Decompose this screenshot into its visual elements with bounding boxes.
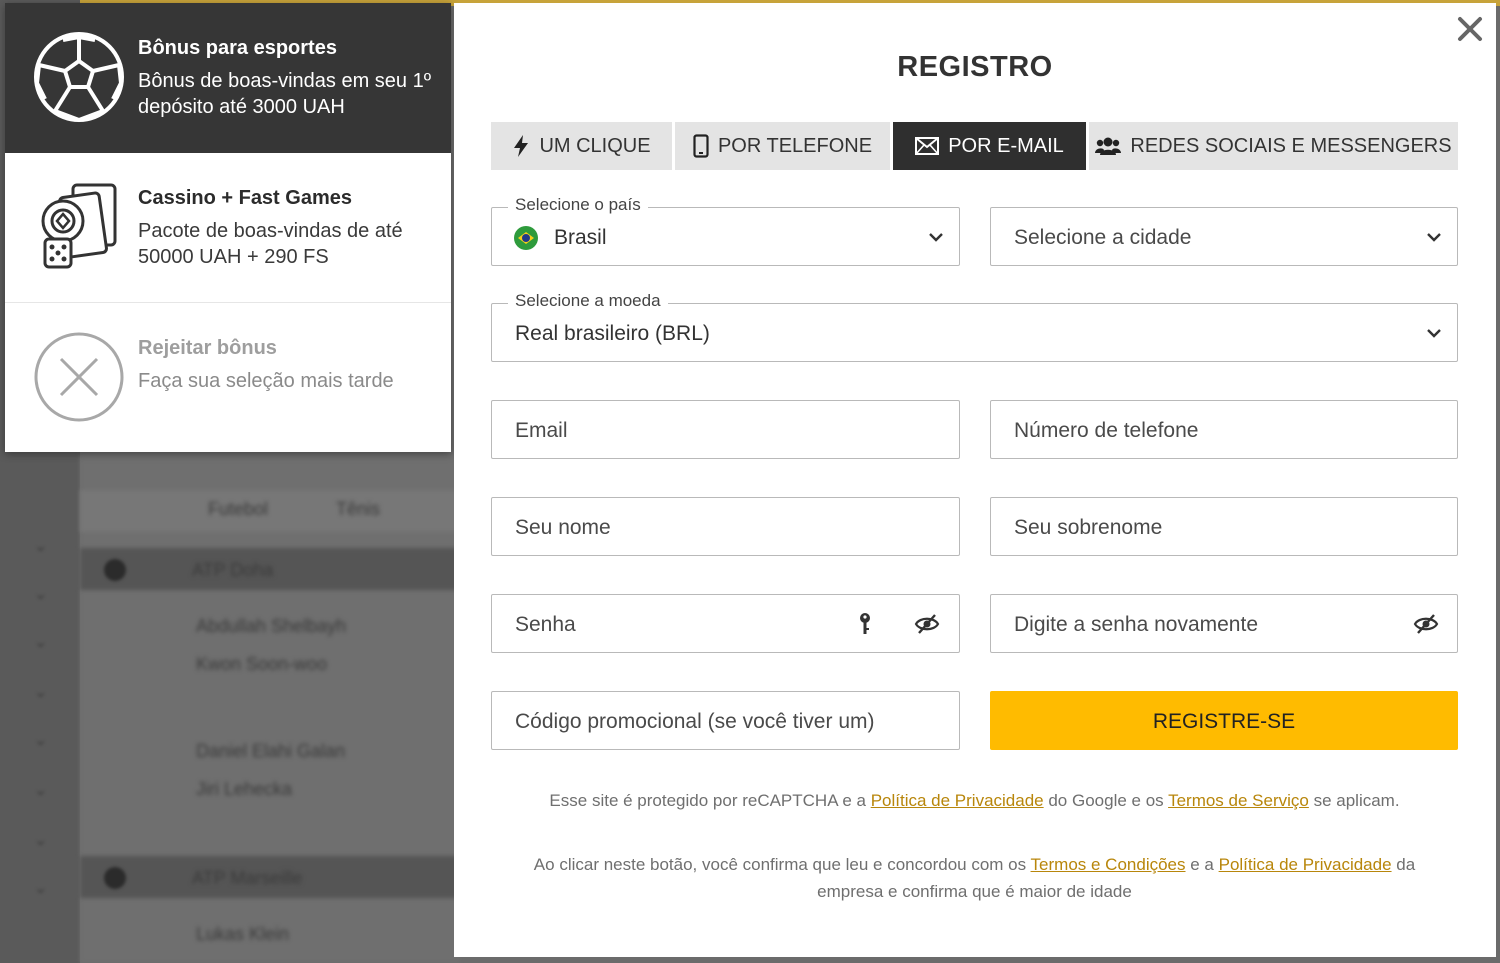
recaptcha-text: Esse site é protegido por reCAPTCHA e a (549, 791, 871, 810)
bg-chevron-icon: ⌄ (34, 782, 48, 799)
bg-chevron-icon: ⌄ (34, 880, 48, 897)
bg-ball-icon (104, 559, 126, 581)
currency-select[interactable]: Selecione a moeda Real brasileiro (BRL) (491, 291, 1458, 362)
eye-slash-icon[interactable] (1413, 611, 1439, 637)
terms-and-conditions-link[interactable]: Termos e Condições (1031, 855, 1186, 874)
chevron-down-icon (1427, 233, 1441, 242)
last-name-placeholder: Seu sobrenome (1014, 516, 1163, 539)
chevron-down-icon (929, 233, 943, 242)
envelope-icon (915, 137, 940, 155)
bg-text: Jiri Lehecka (196, 779, 293, 799)
tab-one-click[interactable]: UM CLIQUE (491, 122, 672, 170)
bonus-option-sports[interactable]: Bônus para esportes Bônus de boas-vindas… (5, 3, 451, 153)
currency-value: Real brasileiro (BRL) (515, 322, 710, 345)
register-button[interactable]: REGISTRE-SE (990, 691, 1458, 750)
bg-chevron-icon: ⌄ (34, 634, 48, 651)
tab-by-phone[interactable]: POR TELEFONE (675, 122, 890, 170)
phone-number-field[interactable]: Número de telefone (990, 400, 1458, 459)
chevron-down-icon (1427, 329, 1441, 338)
bg-text: ATP Doha (192, 560, 274, 580)
password-repeat-placeholder: Digite a senha novamente (1014, 613, 1258, 636)
recaptcha-text: do Google e os (1043, 791, 1169, 810)
recaptcha-notice: Esse site é protegido por reCAPTCHA e a … (491, 787, 1458, 814)
last-name-field[interactable]: Seu sobrenome (990, 497, 1458, 556)
tab-label: POR E-MAIL (948, 134, 1064, 157)
password-field[interactable]: Senha (491, 594, 960, 653)
casino-cards-icon (41, 183, 117, 269)
country-label: Selecione o país (508, 195, 648, 215)
bg-chevron-icon: ⌄ (34, 832, 48, 849)
consent-notice: Ao clicar neste botão, você confirma que… (511, 851, 1438, 905)
consent-text: Ao clicar neste botão, você confirma que… (533, 855, 1031, 874)
city-select[interactable]: Selecione a cidade (990, 207, 1458, 266)
bg-text: Lukas Klein (196, 924, 290, 944)
bg-text: Daniel Elahi Galan (196, 741, 346, 761)
promo-code-placeholder: Código promocional (se você tiver um) (515, 710, 875, 733)
first-name-placeholder: Seu nome (515, 516, 611, 539)
reject-x-icon (34, 332, 124, 422)
terms-of-service-link[interactable]: Termos de Serviço (1168, 791, 1309, 810)
bg-text: Abdullah Shelbayh (196, 616, 347, 636)
bg-chevron-icon: ⌄ (34, 684, 48, 701)
bg-text: ATP Marseille (192, 868, 303, 888)
bonus-option-title: Cassino + Fast Games (138, 187, 352, 209)
bonus-option-description: Faça sua seleção mais tarde (138, 370, 394, 392)
password-repeat-field[interactable]: Digite a senha novamente (990, 594, 1458, 653)
bonus-option-title: Rejeitar bônus (138, 337, 277, 359)
bonus-option-description: Pacote de boas-vindas de até 50000 UAH +… (138, 220, 403, 268)
tab-label: REDES SOCIAIS E MESSENGERS (1130, 134, 1452, 157)
close-icon[interactable] (1454, 13, 1486, 45)
bg-row (80, 490, 460, 532)
bg-text: Tênis (336, 499, 381, 519)
phone-icon (693, 134, 709, 158)
registration-modal: REGISTRO UM CLIQUE POR TELEFONE POR E-MA… (454, 3, 1496, 957)
bg-chevron-icon: ⌄ (34, 586, 48, 603)
bonus-option-reject[interactable]: Rejeitar bônus Faça sua seleção mais tar… (5, 303, 451, 453)
users-icon (1095, 137, 1122, 155)
tab-label: UM CLIQUE (539, 134, 651, 157)
registration-tabs: UM CLIQUE POR TELEFONE POR E-MAIL REDES … (491, 122, 1458, 170)
promo-code-field[interactable]: Código promocional (se você tiver um) (491, 691, 960, 750)
brazil-flag-icon (514, 226, 538, 250)
tab-by-email[interactable]: POR E-MAIL (893, 122, 1086, 170)
city-placeholder: Selecione a cidade (1014, 226, 1192, 249)
bg-text: Futebol (208, 499, 269, 519)
country-value: Brasil (554, 226, 607, 249)
eye-slash-icon[interactable] (914, 611, 940, 637)
consent-text: e a (1185, 855, 1219, 874)
bg-chevron-icon: ⌄ (34, 732, 48, 749)
bg-text: Kwon Soon-woo (196, 654, 328, 674)
soccer-ball-icon (34, 32, 124, 123)
phone-placeholder: Número de telefone (1014, 419, 1199, 442)
bonus-option-description: Bônus de boas-vindas em seu 1º depósito … (138, 70, 432, 118)
bonus-option-casino[interactable]: Cassino + Fast Games Pacote de boas-vind… (5, 153, 451, 303)
bg-chevron-icon: ⌄ (34, 538, 48, 555)
lightning-icon (514, 135, 529, 157)
key-icon[interactable] (852, 611, 878, 637)
email-field[interactable]: Email (491, 400, 960, 459)
bonus-option-title: Bônus para esportes (138, 37, 337, 59)
password-placeholder: Senha (515, 613, 576, 636)
currency-label: Selecione a moeda (508, 291, 668, 311)
first-name-field[interactable]: Seu nome (491, 497, 960, 556)
privacy-policy-link[interactable]: Política de Privacidade (871, 791, 1044, 810)
bonus-selection-panel: Bônus para esportes Bônus de boas-vindas… (5, 3, 451, 452)
country-select[interactable]: Selecione o país Brasil (491, 195, 960, 266)
page-title: REGISTRO (897, 51, 1053, 83)
bg-ball-icon (104, 867, 126, 889)
tab-social-messengers[interactable]: REDES SOCIAIS E MESSENGERS (1089, 122, 1458, 170)
tab-label: POR TELEFONE (717, 134, 873, 157)
email-placeholder: Email (515, 419, 568, 442)
privacy-policy-link[interactable]: Política de Privacidade (1219, 855, 1392, 874)
recaptcha-text: se aplicam. (1308, 791, 1400, 810)
